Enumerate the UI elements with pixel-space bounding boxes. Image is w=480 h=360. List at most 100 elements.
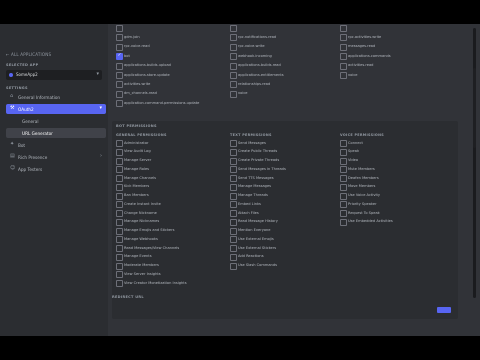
permission-general-label: Ban Members <box>124 193 149 197</box>
scope-checkbox[interactable] <box>230 72 237 79</box>
permission-text-checkbox[interactable] <box>230 210 237 217</box>
scrollbar[interactable] <box>473 28 476 298</box>
permission-voice-checkbox[interactable] <box>340 201 347 209</box>
scope-label: applications.commands <box>348 53 391 58</box>
developer-portal-window: ← ALL APPLICATIONS SELECTED APP SomeApp2… <box>0 24 480 336</box>
scope-label: bot <box>124 53 130 58</box>
scope-checkbox[interactable] <box>230 25 237 32</box>
permission-text-checkbox[interactable] <box>230 148 237 156</box>
permission-text-checkbox[interactable] <box>230 236 237 244</box>
scope-label: webhook.incoming <box>238 53 272 58</box>
permission-text-checkbox[interactable] <box>230 175 237 182</box>
permission-general-checkbox[interactable] <box>116 166 123 174</box>
back-to-applications-link[interactable]: ← ALL APPLICATIONS <box>6 52 51 57</box>
permission-general-checkbox[interactable] <box>116 262 123 270</box>
scope-checkbox[interactable] <box>116 90 123 98</box>
permission-general-checkbox[interactable] <box>116 175 123 182</box>
scope-checkbox[interactable] <box>340 25 347 32</box>
permission-voice-checkbox[interactable] <box>340 175 347 182</box>
permission-text-checkbox[interactable] <box>230 262 237 270</box>
scope-checkbox[interactable] <box>116 43 123 51</box>
scope-checkbox[interactable] <box>116 62 123 70</box>
scope-checkbox[interactable] <box>116 53 123 61</box>
permission-text-label: Embed Links <box>238 201 261 206</box>
permission-general-checkbox[interactable] <box>116 201 123 209</box>
scope-checkbox[interactable] <box>116 25 123 32</box>
scope-checkbox[interactable] <box>340 34 347 42</box>
scrollbar-thumb[interactable] <box>473 68 476 148</box>
sidebar-item-oauth2-general[interactable]: General <box>6 116 106 126</box>
permission-general-checkbox[interactable] <box>116 183 123 191</box>
permission-text-label: Manage Messages <box>238 184 272 189</box>
scope-label: voice <box>238 91 248 96</box>
permission-voice-label: Speak <box>348 149 360 154</box>
permission-general-checkbox[interactable] <box>116 148 123 156</box>
scope-checkbox[interactable] <box>340 72 347 79</box>
permission-voice-label: Use Voice Activity <box>348 193 381 197</box>
permission-text-checkbox[interactable] <box>230 245 237 252</box>
permission-voice-checkbox[interactable] <box>340 218 347 226</box>
permission-voice-checkbox[interactable] <box>340 210 347 217</box>
permission-general-checkbox[interactable] <box>116 271 123 279</box>
sidebar-item-label: OAuth2 <box>18 106 34 112</box>
sidebar-item-oauth2[interactable]: ⚒ OAuth2 ▾ <box>6 104 106 114</box>
scope-label: relationships.read <box>238 81 271 86</box>
permission-text-checkbox[interactable] <box>230 140 237 147</box>
permission-general-checkbox[interactable] <box>116 280 123 287</box>
scope-checkbox[interactable] <box>340 43 347 51</box>
app-avatar <box>9 73 13 77</box>
permission-general-label: View Server Insights <box>124 271 161 276</box>
permission-voice-checkbox[interactable] <box>340 192 347 200</box>
permission-general-checkbox[interactable] <box>116 245 123 252</box>
copy-button[interactable] <box>437 307 451 313</box>
sidebar-item-rich-presence[interactable]: ▤ Rich Presence › <box>6 152 106 162</box>
permission-text-checkbox[interactable] <box>230 183 237 191</box>
permission-voice-checkbox[interactable] <box>340 157 347 165</box>
permission-text-label: Create Private Threads <box>238 158 280 162</box>
permission-text-checkbox[interactable] <box>230 166 237 174</box>
scope-checkbox[interactable] <box>340 62 347 70</box>
permission-general-checkbox[interactable] <box>116 227 123 235</box>
scope-checkbox[interactable] <box>230 34 237 42</box>
scope-checkbox[interactable] <box>230 90 237 98</box>
permission-general-checkbox[interactable] <box>116 236 123 244</box>
scope-label: activities.write <box>124 81 151 86</box>
permission-general-label: Administrator <box>124 140 149 145</box>
permission-text-label: Send Messages <box>238 140 266 145</box>
permission-general-checkbox[interactable] <box>116 157 123 165</box>
scope-checkbox[interactable] <box>340 53 347 61</box>
permission-voice-checkbox[interactable] <box>340 183 347 191</box>
permission-text-checkbox[interactable] <box>230 157 237 165</box>
permission-text-label: Attach Files <box>238 210 259 215</box>
sidebar-item-general-information[interactable]: ⌂ General Information <box>6 92 106 102</box>
bot-permissions-panel: BOT PERMISSIONS GENERAL PERMISSIONS TEXT… <box>112 121 458 319</box>
permission-general-checkbox[interactable] <box>116 253 123 261</box>
permission-text-checkbox[interactable] <box>230 253 237 261</box>
permission-text-checkbox[interactable] <box>230 201 237 209</box>
scope-checkbox[interactable] <box>230 62 237 70</box>
sidebar-item-bot[interactable]: ✦ Bot <box>6 140 106 150</box>
permission-general-checkbox[interactable] <box>116 192 123 200</box>
permission-voice-checkbox[interactable] <box>340 140 347 147</box>
permission-voice-checkbox[interactable] <box>340 166 347 174</box>
permission-general-checkbox[interactable] <box>116 218 123 226</box>
scope-checkbox[interactable] <box>116 81 123 89</box>
scope-checkbox[interactable] <box>116 34 123 42</box>
permission-text-checkbox[interactable] <box>230 218 237 226</box>
scope-checkbox[interactable] <box>116 100 123 108</box>
settings-heading: SETTINGS <box>6 86 28 90</box>
permission-text-checkbox[interactable] <box>230 227 237 235</box>
scope-checkbox[interactable] <box>230 43 237 51</box>
permission-voice-checkbox[interactable] <box>340 148 347 156</box>
scope-checkbox[interactable] <box>116 72 123 79</box>
permission-general-checkbox[interactable] <box>116 140 123 147</box>
permission-text-checkbox[interactable] <box>230 192 237 200</box>
permission-general-checkbox[interactable] <box>116 210 123 217</box>
app-selector[interactable]: SomeApp2 ▾ <box>6 70 102 80</box>
permission-general-label: Kick Members <box>124 184 150 189</box>
sidebar-item-url-generator[interactable]: URL Generator <box>6 128 106 138</box>
puzzle-icon: ✦ <box>10 141 15 147</box>
scope-checkbox[interactable] <box>230 81 237 89</box>
sidebar-item-app-testers[interactable]: ☺ App Testers <box>6 164 106 174</box>
scope-checkbox[interactable] <box>230 53 237 61</box>
